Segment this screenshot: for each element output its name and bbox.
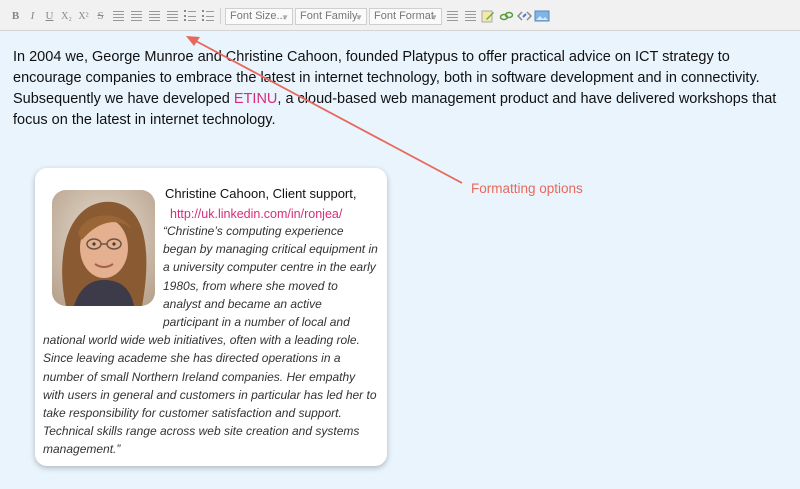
subscript-button[interactable]: X₂: [59, 7, 74, 25]
align-right-icon[interactable]: [146, 8, 162, 24]
underline-button[interactable]: U: [42, 7, 57, 25]
align-center-icon[interactable]: [128, 8, 144, 24]
edit-pencil-icon[interactable]: [480, 8, 496, 24]
profile-quote: “Christine’s computing experience began …: [43, 222, 378, 459]
intro-paragraph[interactable]: In 2004 we, George Munroe and Christine …: [13, 47, 788, 131]
ordered-list-icon[interactable]: [182, 8, 198, 24]
font-size-select[interactable]: Font Size... ▼: [225, 7, 293, 25]
align-justify-icon[interactable]: [164, 8, 180, 24]
font-family-select[interactable]: Font Family. ▼: [295, 7, 367, 25]
link-icon[interactable]: [498, 8, 514, 24]
bold-button[interactable]: B: [8, 7, 23, 25]
image-icon[interactable]: [534, 8, 550, 24]
photo-float-spacer: [43, 222, 163, 324]
font-family-label: Font Family.: [300, 10, 360, 22]
chevron-down-icon: ▼: [430, 12, 438, 22]
font-format-label: Font Format: [374, 10, 434, 22]
editor-toolbar: B I U X₂ X² S Font Size... ▼ Font Family.…: [0, 0, 800, 31]
outdent-icon[interactable]: [444, 8, 460, 24]
profile-card: Christine Cahoon, Client support, http:/…: [35, 168, 387, 466]
toolbar-separator: [220, 8, 221, 24]
etinu-link[interactable]: ETINU: [234, 91, 278, 107]
profile-name-role: Christine Cahoon, Client support,: [165, 186, 357, 201]
indent-icon[interactable]: [462, 8, 478, 24]
html-source-icon[interactable]: [516, 8, 532, 24]
toolbar-buttons: B I U X₂ X² S Font Size... ▼ Font Family.…: [8, 6, 550, 26]
unordered-list-icon[interactable]: [200, 8, 216, 24]
strikethrough-button[interactable]: S: [93, 7, 108, 25]
font-format-select[interactable]: Font Format ▼: [369, 7, 442, 25]
chevron-down-icon: ▼: [281, 12, 289, 22]
chevron-down-icon: ▼: [355, 12, 363, 22]
italic-button[interactable]: I: [25, 7, 40, 25]
linkedin-link[interactable]: http://uk.linkedin.com/in/ronjea/: [170, 207, 342, 221]
formatting-options-annotation: Formatting options: [471, 181, 583, 196]
align-left-icon[interactable]: [110, 8, 126, 24]
superscript-button[interactable]: X²: [76, 7, 91, 25]
font-size-label: Font Size...: [230, 10, 286, 22]
